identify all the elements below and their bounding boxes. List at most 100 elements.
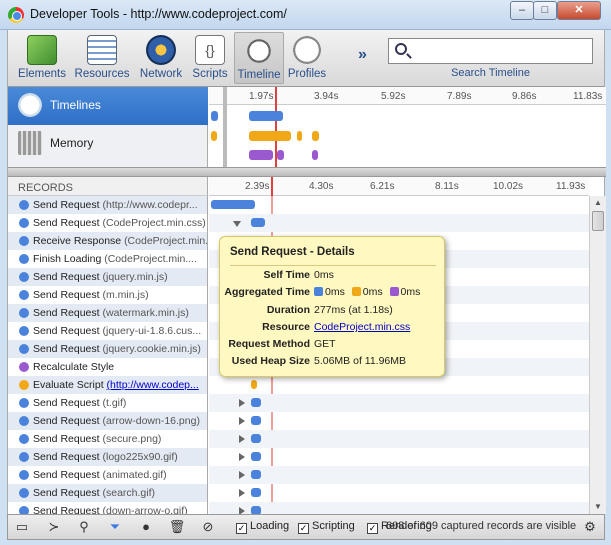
record-row[interactable]: Send Request (http://www.codepr... bbox=[8, 196, 207, 214]
record-detail: (t.gif) bbox=[102, 397, 127, 409]
scripting-filter-checkbox[interactable]: ✓ Scripting bbox=[298, 520, 355, 534]
maximize-button[interactable]: □ bbox=[533, 1, 557, 20]
agg-scripting: 0ms bbox=[362, 286, 383, 298]
overview-window-handle[interactable] bbox=[223, 87, 227, 167]
record-type-icon bbox=[19, 362, 29, 372]
resource-value: CodeProject.min.css bbox=[314, 321, 410, 333]
record-row[interactable]: Send Request (arrow-down-16.png) bbox=[8, 412, 207, 430]
record-type-icon bbox=[19, 236, 29, 246]
record-detail: (search.gif) bbox=[102, 487, 155, 499]
status-bar: ▭ ≻ ⚲ ⏷ ● 🗑 ⊘ ✓ Loading ✓ Scripting ✓ Rende… bbox=[7, 514, 605, 540]
filter-icon[interactable]: ⏷ bbox=[103, 517, 127, 537]
record-row[interactable]: Receive Response (CodeProject.min.... bbox=[8, 232, 207, 250]
record-row[interactable]: Finish Loading (CodeProject.min.... bbox=[8, 250, 207, 268]
expand-right-icon[interactable] bbox=[239, 399, 245, 407]
resources-icon bbox=[87, 35, 117, 65]
records-marker bbox=[271, 177, 273, 196]
settings-gear-icon[interactable]: ⚙ bbox=[578, 517, 602, 537]
elements-icon bbox=[27, 35, 57, 65]
record-bar-row[interactable] bbox=[209, 412, 589, 430]
splitter[interactable] bbox=[8, 167, 606, 177]
record-bar-row[interactable] bbox=[209, 484, 589, 502]
expand-right-icon[interactable] bbox=[239, 507, 245, 514]
scroll-thumb[interactable] bbox=[592, 211, 604, 231]
record-row[interactable]: Send Request (watermark.min.js) bbox=[8, 304, 207, 322]
record-bar bbox=[251, 452, 261, 461]
scroll-down-arrow-icon[interactable]: ▼ bbox=[590, 500, 606, 514]
tab-elements-label: Elements bbox=[18, 68, 66, 80]
record-row[interactable]: Send Request (jquery.cookie.min.js) bbox=[8, 340, 207, 358]
record-type-icon bbox=[19, 380, 29, 390]
clear-trash-icon[interactable]: 🗑 bbox=[165, 517, 189, 537]
overview-tick: 1.97s bbox=[249, 91, 274, 102]
record-type-icon bbox=[19, 506, 29, 514]
record-bar-row[interactable] bbox=[209, 430, 589, 448]
expand-right-icon[interactable] bbox=[239, 471, 245, 479]
record-row[interactable]: Send Request (down-arrow-o.gif) bbox=[8, 502, 207, 514]
record-row[interactable]: Send Request (CodeProject.min.css) bbox=[8, 214, 207, 232]
record-row[interactable]: Send Request (m.min.js) bbox=[8, 286, 207, 304]
record-bar-row[interactable] bbox=[209, 214, 589, 232]
resource-link[interactable]: CodeProject.min.css bbox=[314, 321, 410, 333]
scroll-up-arrow-icon[interactable]: ▲ bbox=[590, 196, 606, 210]
tab-resources[interactable]: Resources bbox=[72, 32, 132, 84]
close-button[interactable]: ✕ bbox=[557, 1, 601, 20]
record-row[interactable]: Send Request (search.gif) bbox=[8, 484, 207, 502]
loading-filter-checkbox[interactable]: ✓ Loading bbox=[236, 520, 289, 534]
record-row[interactable]: Send Request (t.gif) bbox=[8, 394, 207, 412]
overview-graph[interactable]: 1.97s 3.94s 5.92s 7.89s 9.86s 11.83s bbox=[209, 87, 606, 167]
record-bar-row[interactable] bbox=[209, 394, 589, 412]
search-input[interactable] bbox=[388, 38, 593, 64]
record-row[interactable]: Send Request (logo225x90.gif) bbox=[8, 448, 207, 466]
stop-icon[interactable]: ⊘ bbox=[196, 517, 220, 537]
record-row[interactable]: Send Request (secure.png) bbox=[8, 430, 207, 448]
tab-network[interactable]: Network bbox=[136, 32, 186, 84]
checkbox-check-icon: ✓ bbox=[367, 523, 378, 534]
record-row[interactable]: Recalculate Style bbox=[8, 358, 207, 376]
sidebar-item-timelines[interactable]: Timelines bbox=[8, 87, 208, 125]
tab-network-label: Network bbox=[139, 68, 183, 80]
record-bar-row[interactable] bbox=[209, 466, 589, 484]
tab-profiles[interactable]: Profiles bbox=[286, 32, 328, 84]
tab-scripts[interactable]: {} Scripts bbox=[190, 32, 230, 84]
record-bar-row[interactable] bbox=[209, 448, 589, 466]
record-bar bbox=[211, 200, 255, 209]
record-bar-row[interactable] bbox=[209, 502, 589, 514]
tab-timeline-label: Timeline bbox=[237, 69, 281, 81]
chrome-icon bbox=[8, 7, 24, 23]
expand-down-icon[interactable] bbox=[233, 221, 241, 227]
popover-row-heap: Used Heap Size 5.06MB of 11.96MB bbox=[220, 355, 446, 372]
records-scrollbar[interactable]: ▲ ▼ bbox=[589, 196, 606, 514]
record-row[interactable]: Send Request (jquery.min.js) bbox=[8, 268, 207, 286]
sidebar-item-memory[interactable]: Memory bbox=[8, 125, 208, 163]
console-toggle-icon[interactable]: ≻ bbox=[42, 517, 66, 537]
scripts-icon: {} bbox=[195, 35, 225, 65]
record-row[interactable]: Send Request (animated.gif) bbox=[8, 466, 207, 484]
tab-profiles-label: Profiles bbox=[287, 68, 327, 80]
record-bar-row[interactable] bbox=[209, 376, 589, 394]
record-row[interactable]: Evaluate Script (http://www.codep... bbox=[8, 376, 207, 394]
record-bar-row[interactable] bbox=[209, 196, 589, 214]
self-time-label: Self Time bbox=[263, 269, 311, 281]
expand-right-icon[interactable] bbox=[239, 489, 245, 497]
request-method-label: Request Method bbox=[228, 338, 310, 350]
minimize-button[interactable]: – bbox=[510, 1, 534, 20]
expand-right-icon[interactable] bbox=[239, 435, 245, 443]
record-type: Send Request bbox=[33, 469, 100, 481]
record-button-icon[interactable]: ● bbox=[134, 517, 158, 537]
expand-right-icon[interactable] bbox=[239, 417, 245, 425]
record-detail: (watermark.min.js) bbox=[102, 307, 189, 319]
search-records-icon[interactable]: ⚲ bbox=[72, 517, 96, 537]
record-type: Send Request bbox=[33, 271, 100, 283]
record-detail[interactable]: (http://www.codep... bbox=[107, 379, 199, 391]
record-detail: (down-arrow-o.gif) bbox=[102, 505, 188, 514]
tab-timeline[interactable]: Timeline bbox=[234, 32, 284, 84]
more-tabs-button[interactable]: » bbox=[358, 46, 367, 64]
overview-tick: 9.86s bbox=[512, 91, 537, 102]
expand-right-icon[interactable] bbox=[239, 453, 245, 461]
dock-toggle-icon[interactable]: ▭ bbox=[10, 517, 34, 537]
popover-row-self-time: Self Time 0ms bbox=[220, 269, 446, 286]
record-row[interactable]: Send Request (jquery-ui-1.8.6.cus... bbox=[8, 322, 207, 340]
self-time-value: 0ms bbox=[314, 269, 334, 281]
tab-elements[interactable]: Elements bbox=[14, 32, 70, 84]
